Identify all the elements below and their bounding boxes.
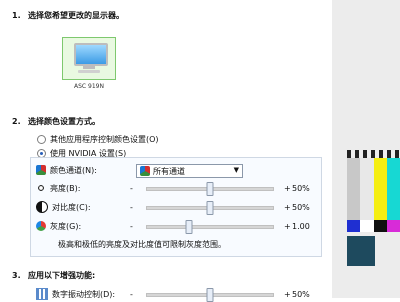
bar-cyan: [386, 150, 400, 220]
strip-blue: [347, 220, 361, 232]
contrast-label: 对比度(C):: [52, 202, 91, 212]
radio-other-apps[interactable]: 其他应用程序控制颜色设置(O): [37, 134, 159, 145]
contrast-icon: [36, 201, 48, 213]
vibrance-row: 数字振动控制(D): - + 50%: [36, 287, 326, 302]
bar-yellow: [373, 150, 387, 220]
vibrance-thumb[interactable]: [206, 288, 214, 302]
gamma-slider[interactable]: [146, 220, 274, 234]
brightness-label: 亮度(B):: [50, 183, 81, 193]
contrast-thumb[interactable]: [206, 201, 214, 215]
brightness-value: 50%: [292, 183, 310, 193]
chevron-down-icon: ▼: [233, 166, 239, 174]
strip-magenta: [386, 220, 400, 232]
section-1-title: 1. 选择您希望更改的显示器。: [12, 11, 124, 20]
vibrance-minus: -: [130, 289, 133, 299]
monitor-name: ASC 919N: [74, 83, 104, 90]
section-3-title: 3. 应用以下增强功能:: [12, 271, 96, 280]
gamma-plus: +: [284, 221, 291, 231]
brightness-plus: +: [284, 183, 291, 193]
gamma-icon: [36, 221, 46, 231]
contrast-row: 对比度(C): - + 50%: [36, 200, 326, 215]
strip-black: [373, 220, 387, 232]
bar-white: [360, 150, 374, 220]
vibrance-icon: [36, 288, 48, 300]
brightness-thumb[interactable]: [206, 182, 214, 196]
dark-preview-block: [347, 236, 375, 266]
monitor-stand: [83, 66, 95, 69]
monitor-base: [78, 70, 100, 73]
vibrance-plus: +: [284, 289, 291, 299]
contrast-value: 50%: [292, 202, 310, 212]
radio-button[interactable]: [37, 135, 46, 144]
vibrance-value: 50%: [292, 289, 310, 299]
gamma-value: 1.00: [292, 221, 310, 231]
brightness-minus: -: [130, 183, 133, 193]
channel-selected: 所有通道: [153, 166, 185, 176]
vibrance-slider[interactable]: [146, 288, 274, 302]
gamma-thumb[interactable]: [185, 220, 193, 234]
bottom-color-strip: [347, 220, 400, 232]
contrast-plus: +: [284, 202, 291, 212]
monitor-tile[interactable]: [62, 37, 116, 80]
gamma-row: 灰度(G): - + 1.00: [36, 219, 326, 234]
brightness-slider[interactable]: [146, 182, 274, 196]
channel-label: 颜色通道(N):: [50, 165, 97, 175]
gamma-minus: -: [130, 221, 133, 231]
contrast-minus: -: [130, 202, 133, 212]
brightness-row: 亮度(B): - + 50%: [36, 181, 326, 196]
rgb-icon: [36, 165, 46, 175]
gamma-label: 灰度(G):: [50, 221, 82, 231]
rgb-icon: [140, 166, 150, 176]
color-bars-preview: [347, 150, 400, 220]
nvidia-color-settings-panel: 1. 选择您希望更改的显示器。 ASC 919N 2. 选择颜色设置方式。 其他应用…: [0, 0, 400, 302]
channel-select[interactable]: 所有通道 ▼: [136, 164, 243, 178]
strip-white: [360, 220, 374, 232]
monitor-icon: [74, 43, 108, 66]
contrast-slider[interactable]: [146, 201, 274, 215]
section-2-title: 2. 选择颜色设置方式。: [12, 117, 100, 126]
range-note: 极高和极低的亮度及对比度值可限制灰度范围。: [58, 240, 226, 249]
bar-gray: [347, 150, 361, 220]
checker-strip: [347, 150, 400, 158]
brightness-icon: [36, 183, 46, 193]
